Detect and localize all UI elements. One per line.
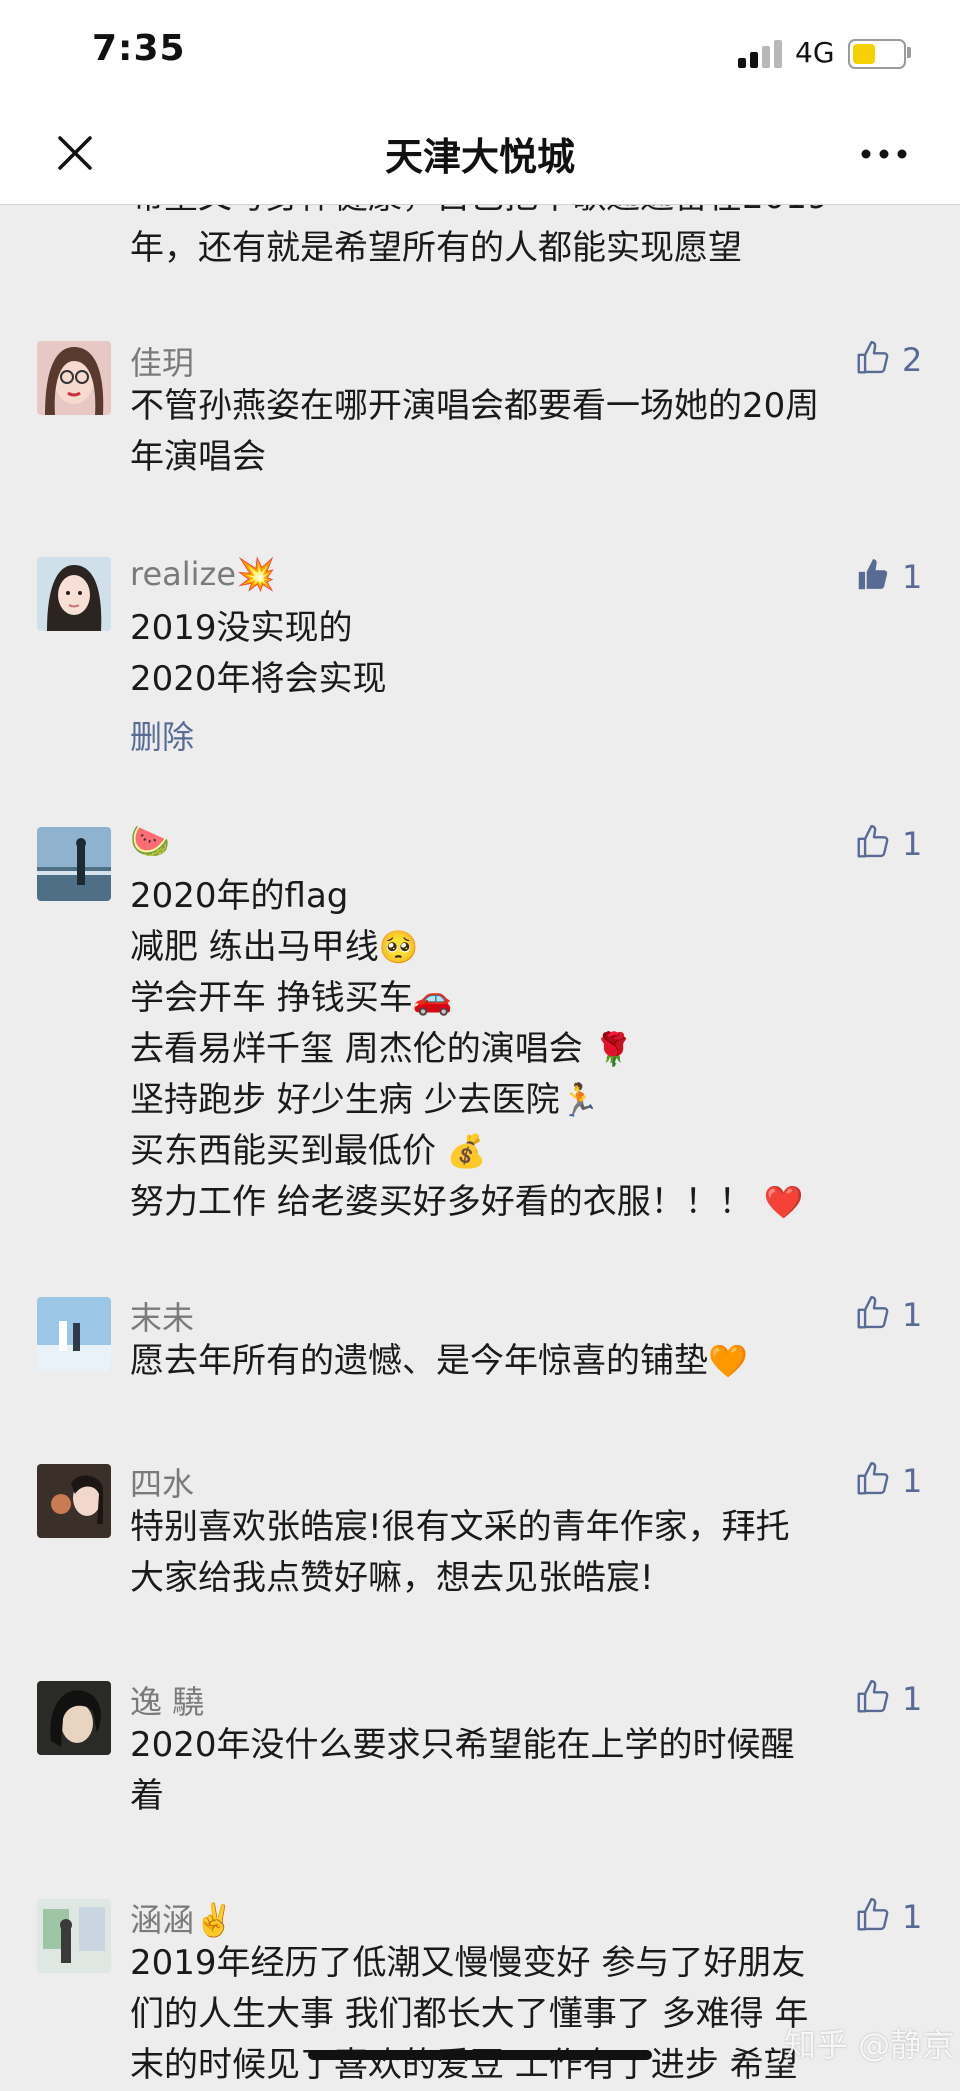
avatar[interactable] [37, 1681, 111, 1755]
nickname[interactable]: 四水 [130, 1459, 194, 1505]
comment-text: 2020年没什么要求只希望能在上学的时候醒 着 [130, 1725, 795, 1816]
watermelon-emoji-icon: 🍉 [130, 822, 170, 860]
like-count: 1 [902, 558, 923, 596]
comment-list: 希望父母身体健康，自己把中歌通通留在2019 年，还有就是希望所有的人都能实现愿… [0, 0, 960, 2085]
signal-strength-icon [738, 38, 784, 68]
delete-link[interactable]: 删除 [130, 712, 194, 758]
pleading-face-emoji-icon: 🥺 [378, 928, 419, 966]
nickname[interactable]: 末未 [130, 1293, 194, 1339]
nickname[interactable]: realize💥 [130, 555, 276, 593]
avatar[interactable] [37, 1297, 111, 1371]
thumbs-up-icon [857, 1295, 889, 1329]
avatar[interactable] [37, 557, 111, 631]
like-count: 1 [902, 825, 923, 863]
thumbs-up-icon [857, 1679, 889, 1713]
comment-text: 2020年的flag 减肥 练出马甲线🥺 学会开车 挣钱买车🚗 去看易烊千玺 周… [130, 876, 804, 1222]
comment-text: 愿去年所有的遗憾、是今年惊喜的铺垫🧡 [130, 1341, 748, 1381]
victory-hand-emoji-icon: ✌️ [194, 1901, 234, 1939]
nickname[interactable]: 佳玥 [130, 338, 194, 384]
like-count: 1 [902, 1898, 923, 1936]
watermark: 知乎 @静京 [784, 2026, 955, 2064]
comment-text: 2019年经历了低潮又慢慢变好 参与了好朋友 们的人生大事 我们都长大了懂事了 … [130, 1943, 809, 2085]
orange-heart-emoji-icon: 🧡 [708, 1342, 748, 1380]
thumbs-up-icon [857, 340, 889, 374]
comment-text: 不管孙燕姿在哪开演唱会都要看一场她的20周 年演唱会 [130, 386, 820, 477]
collision-emoji-icon: 💥 [236, 555, 276, 593]
battery-icon [848, 39, 906, 69]
nickname[interactable]: 逸 驍 [130, 1677, 204, 1723]
home-indicator[interactable] [308, 2050, 652, 2060]
rose-emoji-icon: 🌹 [593, 1030, 634, 1068]
red-heart-emoji-icon: ❤️ [763, 1183, 804, 1221]
thumbs-up-icon [857, 824, 889, 858]
comment-text: 2019没实现的 2020年将会实现 [130, 608, 387, 699]
nickname[interactable]: 🍉 [130, 822, 170, 860]
avatar[interactable] [37, 341, 111, 415]
more-options-button[interactable] [858, 136, 910, 172]
network-type: 4G [795, 36, 835, 69]
thumbs-up-icon [857, 1897, 889, 1931]
clock: 7:35 [92, 28, 186, 69]
like-count: 2 [902, 341, 923, 379]
money-bag-emoji-icon: 💰 [446, 1132, 487, 1170]
like-count: 1 [902, 1296, 923, 1334]
nickname[interactable]: 涵涵✌️ [130, 1895, 234, 1941]
nav-bar: 天津大悦城 [0, 100, 960, 205]
thumbs-up-icon [857, 1461, 889, 1495]
status-bar: 7:35 4G [0, 0, 960, 100]
more-icon [861, 149, 907, 159]
avatar[interactable] [37, 827, 111, 901]
avatar[interactable] [37, 1899, 111, 1973]
thumbs-up-filled-icon [858, 559, 888, 590]
car-emoji-icon: 🚗 [412, 979, 453, 1017]
page-title: 天津大悦城 [384, 135, 575, 179]
running-emoji-icon: 🏃 [559, 1081, 600, 1119]
like-count: 1 [902, 1462, 923, 1500]
comment-text: 特别喜欢张皓宸!很有文采的青年作家，拜托 大家给我点赞好嘛，想去见张皓宸! [130, 1507, 790, 1598]
like-count: 1 [902, 1680, 923, 1718]
avatar[interactable] [37, 1464, 111, 1538]
